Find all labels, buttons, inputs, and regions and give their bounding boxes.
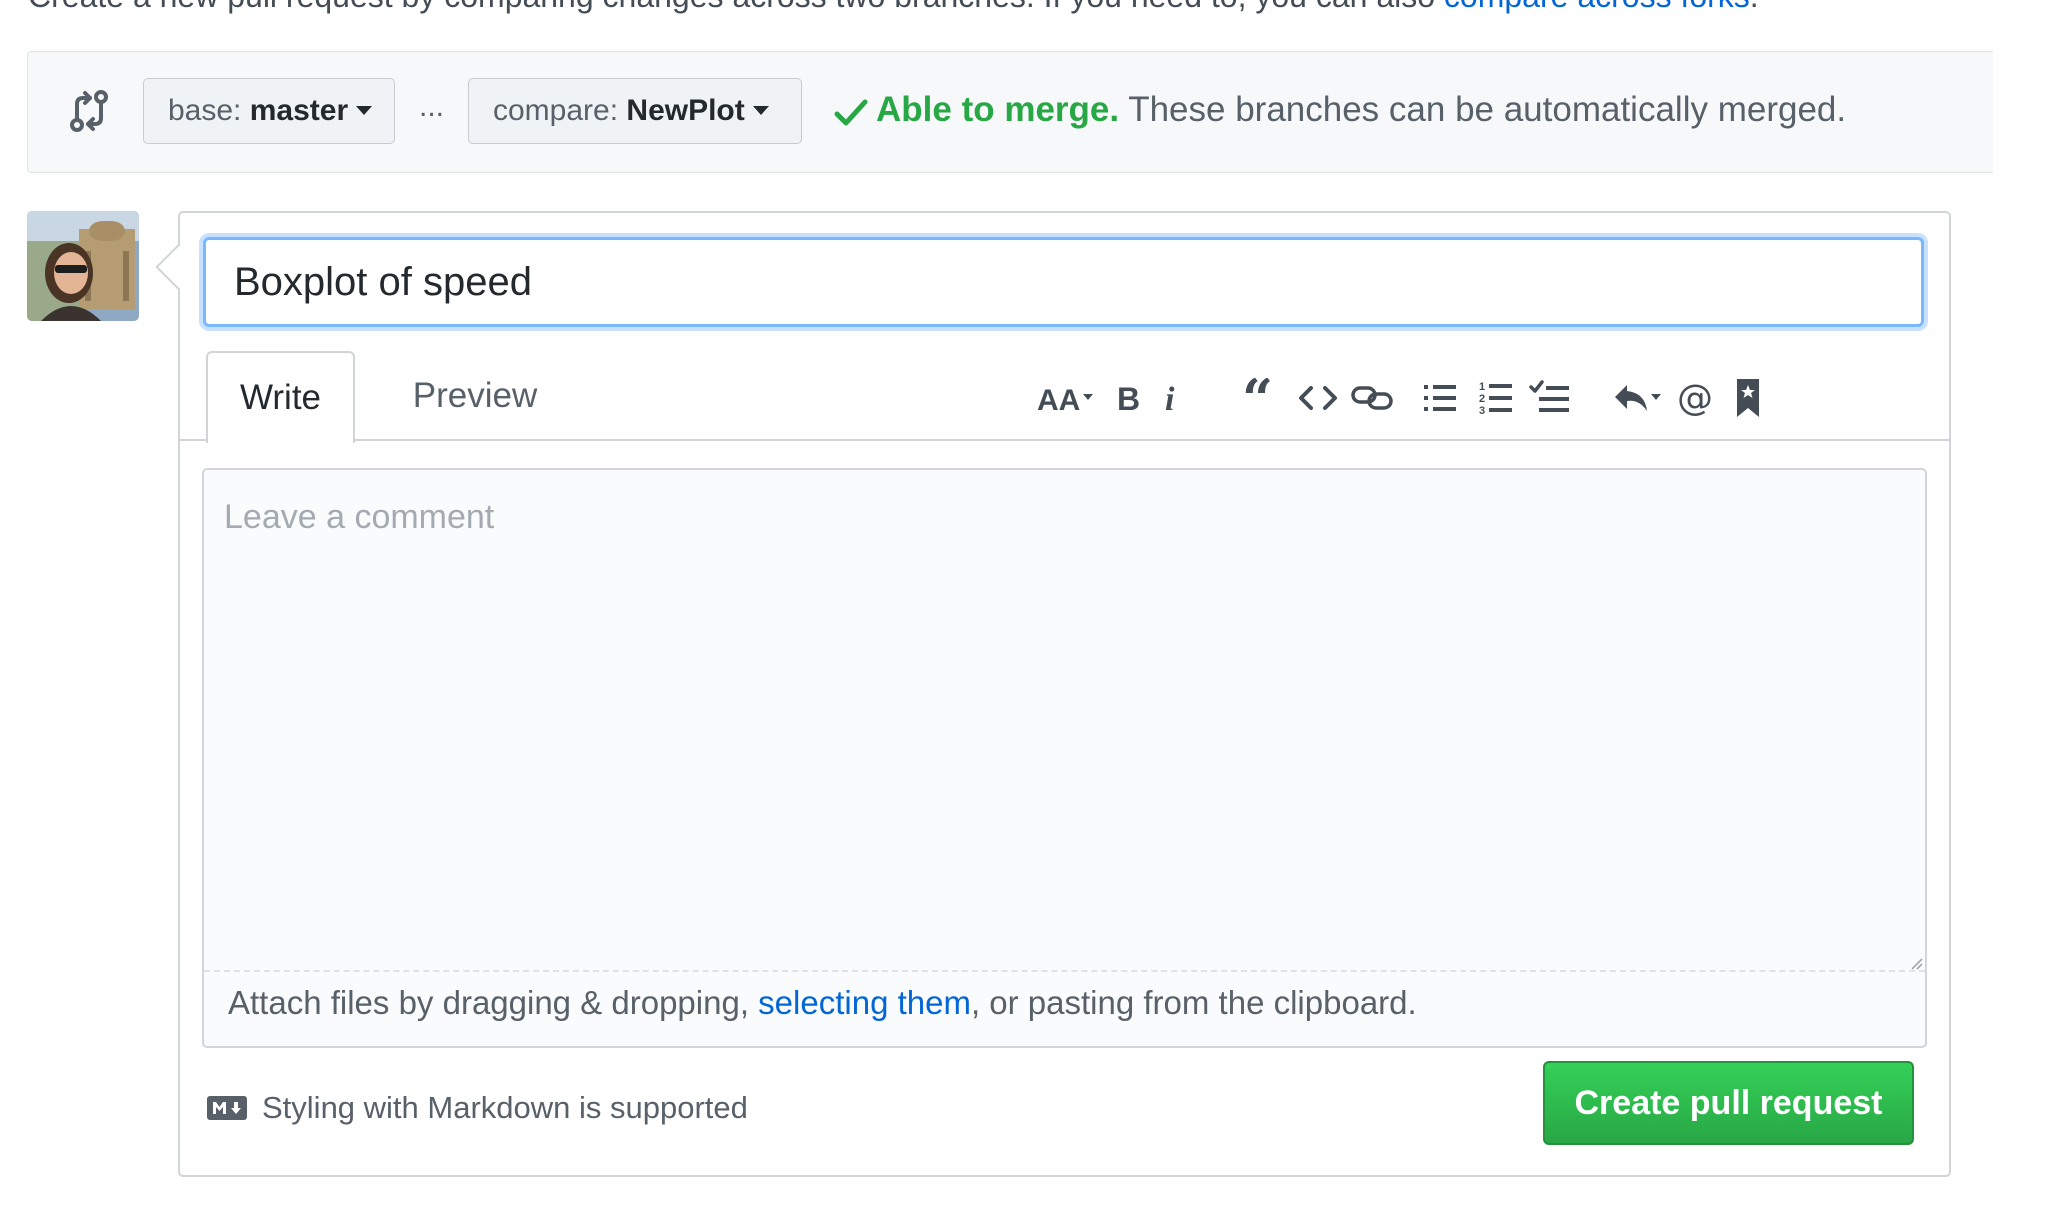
attach-text-end: , or pasting from the clipboard.: [970, 984, 1417, 1021]
markdown-note[interactable]: Styling with Markdown is supported: [206, 1090, 748, 1126]
bold-icon[interactable]: B: [1110, 363, 1148, 433]
code-icon[interactable]: [1296, 363, 1340, 433]
avatar-image: [27, 211, 139, 321]
avatar[interactable]: [27, 211, 139, 321]
merge-ok-text: Able to merge.: [876, 90, 1120, 129]
svg-text:2: 2: [1479, 393, 1485, 405]
svg-text:i: i: [1165, 381, 1175, 418]
branch-range-editor: base: master ... compare: NewPlot Able t…: [27, 51, 1993, 173]
compare-branch-selector[interactable]: compare: NewPlot: [468, 78, 802, 144]
task-list-icon[interactable]: [1526, 363, 1574, 433]
speech-pointer: [155, 244, 201, 290]
create-pull-request-button[interactable]: Create pull request: [1543, 1061, 1914, 1145]
select-files-link[interactable]: selecting them: [758, 984, 971, 1021]
link-icon[interactable]: [1348, 363, 1396, 433]
comment-box: Attach files by dragging & dropping, sel…: [202, 468, 1927, 1048]
chevron-down-icon: [356, 105, 373, 115]
chevron-down-icon: [752, 105, 769, 115]
tab-write[interactable]: Write: [206, 351, 355, 443]
svg-text:AA: AA: [1037, 384, 1080, 417]
svg-text:@: @: [1677, 378, 1713, 419]
svg-text:3: 3: [1479, 405, 1485, 417]
header-icon[interactable]: AA: [1036, 363, 1102, 433]
attach-text-start: Attach files by dragging & dropping,: [228, 984, 759, 1021]
title-input[interactable]: [203, 237, 1924, 327]
italic-icon[interactable]: i: [1156, 363, 1190, 433]
unordered-list-icon[interactable]: [1418, 363, 1462, 433]
mention-icon[interactable]: @: [1674, 363, 1720, 433]
markdown-icon: [207, 1096, 247, 1120]
markdown-note-text: Styling with Markdown is supported: [262, 1090, 748, 1125]
svg-text:B: B: [1117, 381, 1140, 417]
svg-text:1: 1: [1479, 381, 1485, 393]
comment-textarea[interactable]: [204, 470, 1925, 970]
merge-description: These branches can be automatically merg…: [1128, 90, 1847, 129]
intro-description: Create a new pull request by comparing c…: [28, 0, 1444, 14]
quote-icon[interactable]: “: [1240, 363, 1284, 433]
file-attach-area[interactable]: Attach files by dragging & dropping, sel…: [204, 970, 1925, 1046]
tab-preview[interactable]: Preview: [380, 351, 570, 441]
compare-forks-link[interactable]: compare across forks: [1444, 0, 1750, 14]
reference-icon[interactable]: [1728, 363, 1768, 433]
base-branch-name: master: [249, 94, 349, 127]
range-ellipsis: ...: [419, 90, 445, 123]
compare-branch-name: NewPlot: [626, 94, 745, 127]
git-compare-icon: [70, 90, 108, 132]
merge-status: Able to merge. These branches can be aut…: [876, 90, 1846, 130]
check-icon: [834, 99, 868, 126]
resize-handle-icon[interactable]: [1909, 956, 1923, 970]
base-branch-selector[interactable]: base: master: [143, 78, 395, 144]
intro-text: Create a new pull request by comparing c…: [28, 0, 1759, 15]
base-prefix: base:: [168, 94, 242, 127]
pull-request-form: Write Preview AA B i “: [155, 211, 1951, 1177]
reply-icon[interactable]: [1610, 363, 1666, 433]
intro-period: .: [1750, 0, 1759, 14]
ordered-list-icon[interactable]: 123: [1474, 363, 1518, 433]
svg-text:“: “: [1242, 378, 1273, 418]
compare-prefix: compare:: [493, 94, 619, 127]
